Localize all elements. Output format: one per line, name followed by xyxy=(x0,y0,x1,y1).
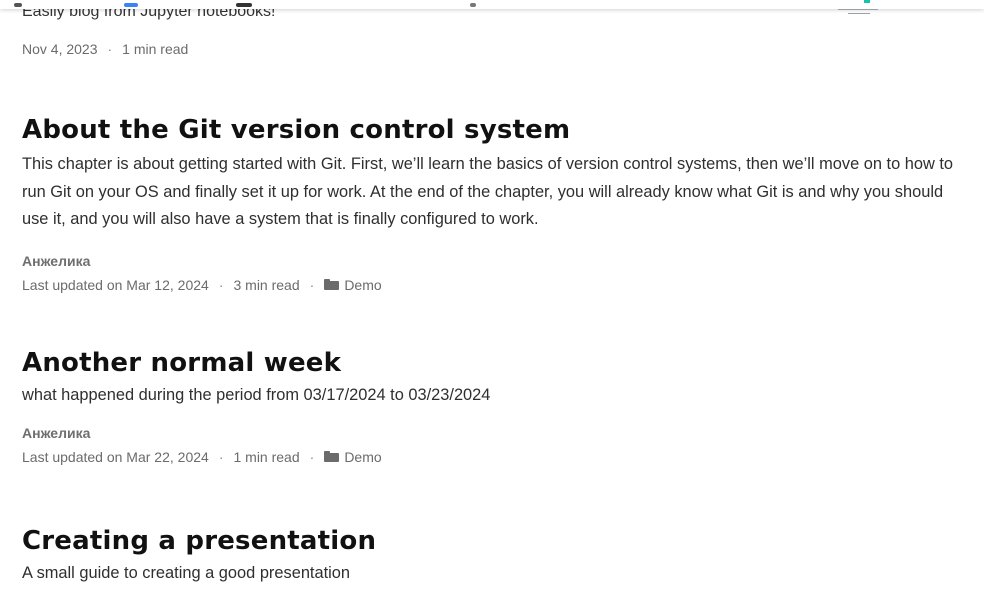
category-link[interactable]: Demo xyxy=(344,448,381,466)
article-summary: This chapter is about getting started wi… xyxy=(22,155,954,228)
folder-icon xyxy=(324,451,340,462)
article-title[interactable]: Another normal week xyxy=(22,346,967,380)
top-toolbar-edge xyxy=(0,0,984,9)
article-date: Nov 4, 2023 xyxy=(22,41,98,57)
read-time: 1 min read xyxy=(122,41,189,57)
meta-separator: · xyxy=(309,276,315,293)
folder-icon xyxy=(324,279,340,290)
article-title[interactable]: About the Git version control system xyxy=(22,113,967,147)
toolbar-fragment xyxy=(124,3,138,7)
page: Easily blog from Jupyter notebooks! Nov … xyxy=(0,0,984,604)
site-logo-thumbnail[interactable] xyxy=(838,0,882,18)
article-summary: A small guide to creating a good present… xyxy=(22,564,351,582)
article-meta: Nov 4, 2023 · 1 min read xyxy=(22,40,188,58)
meta-separator: · xyxy=(218,276,224,293)
article-meta: Last updated on Mar 12, 2024 · 3 min rea… xyxy=(22,276,967,294)
toolbar-fragment xyxy=(470,3,476,7)
read-time: 1 min read xyxy=(233,448,300,465)
toolbar-fragment xyxy=(14,3,22,7)
toolbar-fragment xyxy=(236,3,252,7)
read-time: 3 min read xyxy=(233,276,300,293)
article-card: Another normal week what happened during… xyxy=(22,346,967,466)
meta-separator: · xyxy=(218,448,224,465)
article-card: Creating a presentation A small guide to… xyxy=(22,524,967,588)
category-link[interactable]: Demo xyxy=(344,276,381,294)
meta-separator: · xyxy=(107,41,113,57)
article-author[interactable]: Анжелика xyxy=(22,424,967,442)
article-summary: what happened during the period from 03/… xyxy=(22,386,491,404)
meta-separator: · xyxy=(309,448,315,465)
article-meta: Last updated on Mar 22, 2024 · 1 min rea… xyxy=(22,448,967,466)
article-author[interactable]: Анжелика xyxy=(22,252,967,270)
last-updated: Last updated on Mar 12, 2024 xyxy=(22,276,209,293)
last-updated: Last updated on Mar 22, 2024 xyxy=(22,448,209,465)
logo-line xyxy=(838,9,878,10)
logo-line xyxy=(848,13,870,14)
logo-accent xyxy=(864,0,870,3)
article-card: About the Git version control system Thi… xyxy=(22,113,967,294)
article-title[interactable]: Creating a presentation xyxy=(22,524,967,558)
